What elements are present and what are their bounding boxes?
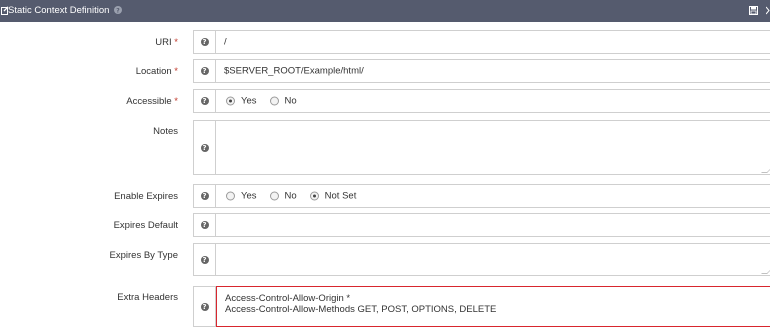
resize-handle-icon[interactable] [761,167,770,173]
enable-expires-no-radio[interactable] [269,191,279,201]
accessible-label: Accessible * [126,96,178,107]
extra-headers-line: Access-Control-Allow-Origin * [225,293,351,304]
expires-by-type-help-button[interactable]: ? [193,243,216,276]
accessible-yes-radio[interactable] [226,96,235,106]
enable-expires-label: Enable Expires [114,191,178,202]
accessible-help-button[interactable]: ? [193,89,216,113]
help-icon: ? [200,255,209,264]
uri-field[interactable]: / [216,30,770,54]
expires-default-input[interactable] [216,213,770,237]
location-help-button[interactable]: ? [193,59,216,83]
uri-value: / [224,36,227,48]
extra-headers-line: Access-Control-Allow-Methods GET, POST, … [225,304,497,315]
accessible-radio-group: Yes No [216,89,770,113]
more-icon[interactable] [766,6,770,15]
section-title: Static Context Definition [8,5,110,16]
extra-headers-help-button[interactable]: ? [193,286,216,327]
enable-expires-radio-group: Yes No Not Set [216,184,770,208]
help-icon: ? [200,302,209,311]
help-icon: ? [200,192,209,200]
help-icon: ? [200,67,209,75]
enable-expires-notset-radio[interactable] [309,191,319,201]
help-icon: ? [200,221,209,229]
svg-text:?: ? [116,7,120,14]
enable-expires-yes-radio[interactable] [226,191,235,201]
help-icon: ? [200,38,209,46]
expires-by-type-textarea[interactable] [216,243,770,276]
extra-headers-label: Extra Headers [117,292,178,303]
expires-default-label: Expires Default [113,220,178,231]
expires-default-help-button[interactable]: ? [193,213,216,237]
enable-expires-help-button[interactable]: ? [193,184,216,208]
notes-help-button[interactable]: ? [193,120,216,175]
accessible-no-radio[interactable] [269,96,279,106]
uri-label: URI * [155,37,178,48]
location-value: $SERVER_ROOT/Example/html/ [224,65,364,77]
notes-label: Notes [153,126,178,137]
uri-help-button[interactable]: ? [193,30,216,54]
notes-textarea[interactable] [216,120,770,175]
help-icon: ? [200,143,209,152]
extra-headers-textarea[interactable]: Access-Control-Allow-Origin * Access-Con… [216,286,770,327]
location-label: Location * [135,66,178,77]
help-icon[interactable]: ? [114,6,122,14]
help-icon: ? [200,97,209,105]
section-header: Static Context Definition ? [0,0,770,22]
expires-by-type-label: Expires By Type [109,250,178,261]
resize-handle-icon[interactable] [761,268,770,274]
location-field[interactable]: $SERVER_ROOT/Example/html/ [216,59,770,83]
save-icon[interactable] [749,6,758,15]
